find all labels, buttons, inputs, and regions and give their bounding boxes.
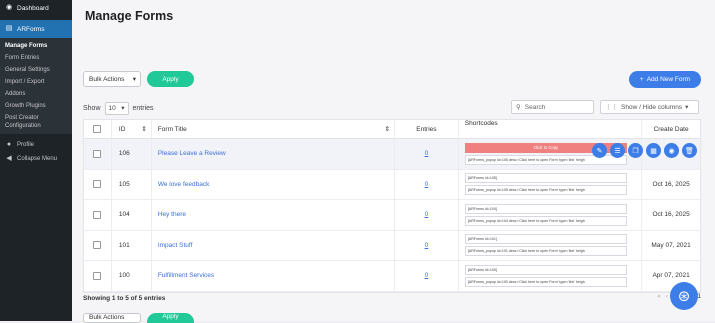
page-title: Manage Forms (85, 9, 174, 23)
submenu-general-settings[interactable]: General Settings (0, 64, 72, 76)
entries-count-link[interactable]: 0 (425, 181, 429, 188)
columns-icon: ⋮⋮ (605, 104, 618, 111)
entries-count-link[interactable]: 0 (425, 150, 429, 157)
submenu-growth-plugins[interactable]: Growth Plugins (0, 100, 72, 112)
row-checkbox[interactable] (93, 180, 102, 189)
row-checkbox[interactable] (93, 241, 102, 250)
chevron-down-icon: ▾ (132, 76, 136, 83)
form-id: 101 (118, 241, 130, 249)
select-all-checkbox[interactable] (93, 125, 102, 133)
duplicate-icon[interactable]: ❐ (628, 143, 643, 158)
popup-shortcode-field[interactable]: [ARForms_popup id=105 desc='Click here t… (464, 185, 627, 196)
table-row: 101 Impact Stuff 0 [ARForms id=101] [ARForms… (84, 230, 700, 261)
page-size-select[interactable]: 10 ▾ (104, 101, 129, 115)
edit-icon[interactable]: ✎ (592, 143, 607, 158)
sort-icon: ⇕ (384, 126, 391, 133)
add-new-form-button[interactable]: + Add New Form (629, 71, 701, 88)
first-page-icon[interactable]: « (657, 293, 661, 300)
create-date: May 07, 2021 (651, 241, 691, 249)
form-title-link[interactable]: We love feedback (158, 181, 210, 188)
create-date: Apr 07, 2021 (652, 272, 690, 280)
arforms-icon: ▤ (5, 25, 13, 32)
sidebar-submenu: Manage Forms Form Entries General Settin… (0, 38, 72, 134)
entries-count-link[interactable]: 0 (425, 272, 429, 279)
show-hide-columns-button[interactable]: ⋮⋮ Show / Hide columns ▾ (600, 100, 699, 114)
dashboard-icon: ◉ (5, 4, 13, 11)
chevron-down-icon: ▾ (685, 104, 689, 111)
submenu-manage-forms[interactable]: Manage Forms (0, 40, 72, 52)
shortcode-field[interactable]: [ARForms id=104] (464, 203, 627, 214)
submenu-form-entries[interactable]: Form Entries (0, 52, 72, 64)
entries-count-link[interactable]: 0 (425, 211, 429, 218)
form-id: 106 (118, 150, 130, 158)
table-row: 105 We love feedback 0 [ARForms id=105] [ARF… (84, 169, 700, 200)
table-toolbar: Show 10 ▾ entries ⚲ Search ⋮⋮ Show / Hide c… (83, 99, 701, 117)
collapse-icon: ◀ (6, 155, 12, 162)
sidebar-item-arforms[interactable]: ▤ ARForms (0, 20, 72, 38)
bulk-actions-select-bottom[interactable]: Bulk Actions (83, 313, 141, 323)
table-row: 100 Fulfillment Services 0 [ARForms id=100]… (84, 261, 700, 292)
submenu-import-export[interactable]: Import / Export (0, 76, 72, 88)
shortcode-field[interactable]: [ARForms id=105] (464, 173, 627, 184)
form-title-link[interactable]: Fulfillment Services (158, 272, 214, 279)
sort-icon: ⇕ (141, 126, 147, 133)
form-id: 105 (118, 180, 130, 188)
prev-page-icon[interactable]: ‹ (666, 293, 668, 300)
table-header: ID ⇕ Form Title ⇕ Entries Shortcodes Creat… (84, 120, 700, 139)
table-row: 104 Hey there 0 [ARForms id=104] [ARForms_po… (84, 200, 700, 231)
bottom-bulk-actions: Bulk Actions Apply (83, 313, 194, 323)
column-title[interactable]: Form Title ⇕ (152, 120, 396, 138)
form-title-link[interactable]: Impact Stuff (158, 242, 193, 249)
search-input[interactable]: ⚲ Search (511, 100, 594, 114)
form-id: 100 (118, 272, 130, 280)
column-shortcodes: Shortcodes (459, 120, 643, 138)
sidebar-item-dashboard[interactable]: ◉ Dashboard (0, 0, 72, 16)
shortcode-field[interactable]: [ARForms id=100] (464, 264, 627, 275)
bulk-actions-select[interactable]: Bulk Actions ▾ (83, 71, 141, 87)
table-footer: Showing 1 to 5 of 5 entries « ‹ 1 of1 (83, 290, 701, 306)
form-id: 104 (118, 211, 130, 219)
preview-icon[interactable]: ◉ (664, 143, 679, 158)
search-icon: ⚲ (516, 104, 521, 111)
apply-button[interactable]: Apply (147, 71, 194, 87)
admin-sidebar: ◉ Dashboard ▤ ARForms Manage Forms Form En… (0, 0, 72, 321)
chevron-down-icon: ▾ (121, 105, 125, 112)
delete-icon[interactable]: 🗑 (682, 143, 697, 158)
column-entries[interactable]: Entries (395, 120, 459, 138)
create-date: Oct 16, 2025 (652, 180, 690, 188)
lifebuoy-icon: ⊛ (677, 288, 691, 305)
apply-button-bottom[interactable]: Apply (147, 313, 194, 323)
row-checkbox[interactable] (93, 271, 102, 280)
popup-shortcode-field[interactable]: [ARForms_popup id=104 desc='Click here t… (464, 215, 627, 226)
row-actions: ✎ ☰ ❐ ▦ ◉ 🗑 (592, 143, 697, 158)
row-checkbox[interactable] (93, 149, 102, 158)
entries-count-link[interactable]: 0 (425, 242, 429, 249)
help-lifebuoy-button[interactable]: ⊛ (670, 282, 698, 310)
popup-shortcode-field[interactable]: [ARForms_popup id=101 desc='Click here t… (464, 246, 627, 257)
form-title-link[interactable]: Please Leave a Review (158, 150, 226, 157)
column-id[interactable]: ID ⇕ (112, 120, 152, 138)
sidebar-item-profile[interactable]: ● Profile (0, 138, 72, 152)
row-checkbox[interactable] (93, 210, 102, 219)
popup-shortcode-field[interactable]: [ARForms_popup id=100 desc='Click here t… (464, 276, 627, 287)
submenu-post-creator[interactable]: Post Creator Configuration (0, 112, 72, 132)
sidebar-item-collapse[interactable]: ◀ Collapse Menu (0, 152, 72, 166)
export-icon[interactable]: ▦ (646, 143, 661, 158)
shortcode-field[interactable]: [ARForms id=101] (464, 234, 627, 245)
user-icon: ● (6, 141, 12, 148)
create-date: Oct 16, 2025 (652, 211, 690, 219)
form-title-link[interactable]: Hey there (158, 211, 186, 218)
entries-icon[interactable]: ☰ (610, 143, 625, 158)
submenu-addons[interactable]: Addons (0, 88, 72, 100)
column-date[interactable]: Create Date (642, 120, 700, 138)
plus-icon: + (639, 76, 644, 83)
main-content: Manage Forms Bulk Actions ▾ Apply + Add Ne… (72, 0, 715, 323)
